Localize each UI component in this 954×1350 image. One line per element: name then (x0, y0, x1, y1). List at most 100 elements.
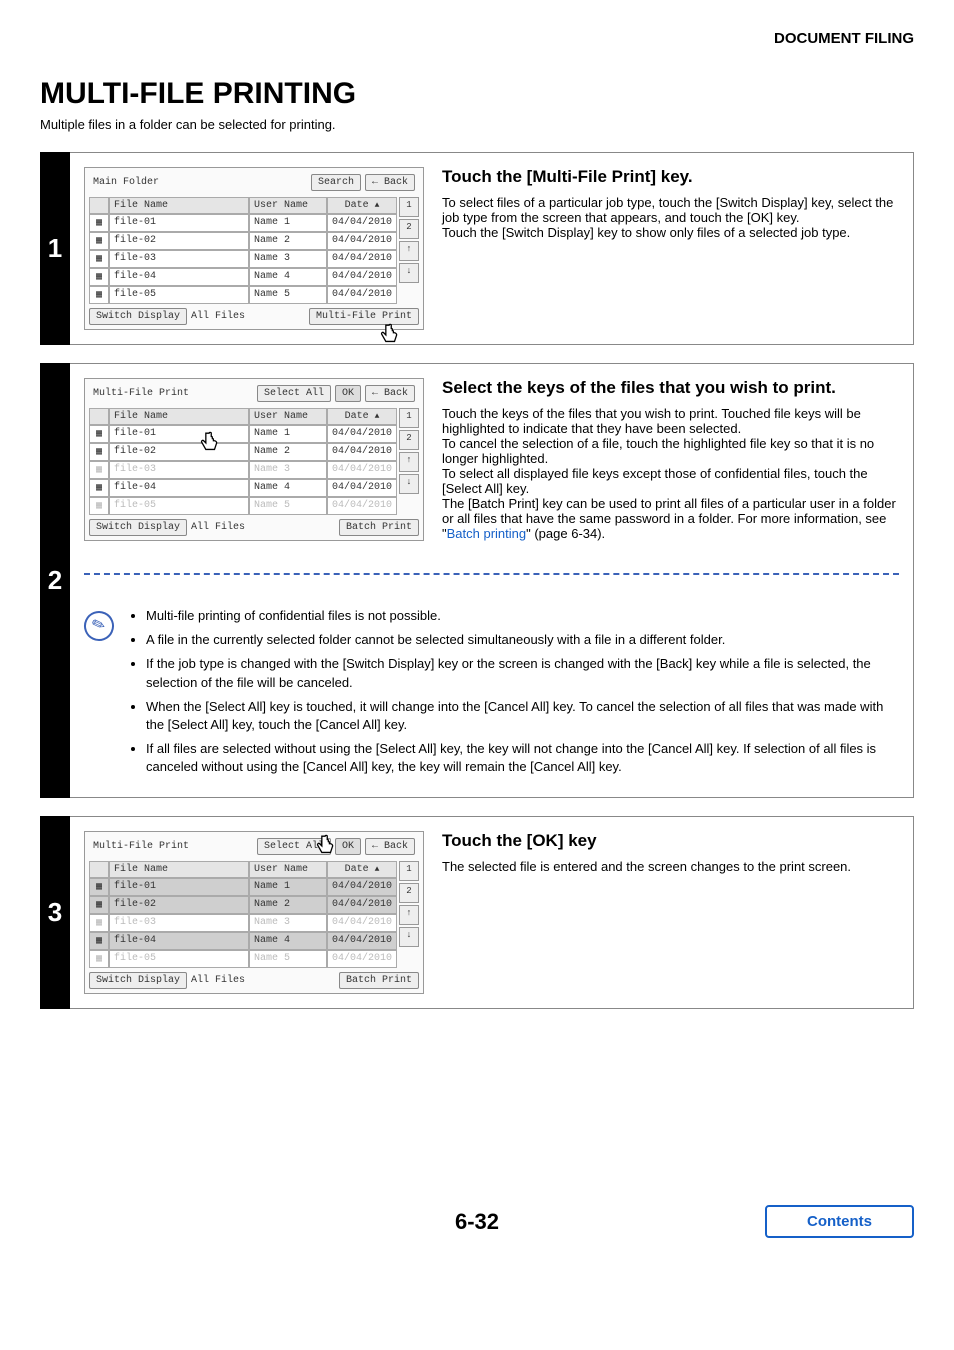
search-button[interactable]: Search (311, 174, 361, 191)
all-files-label: All Files (191, 522, 245, 533)
panel-title: Multi-File Print (93, 388, 189, 399)
file-user: Name 5 (249, 497, 327, 515)
ok-button[interactable]: OK (335, 838, 361, 855)
file-type-icon: ▦ (89, 932, 109, 950)
select-all-button[interactable]: Select All (257, 385, 331, 402)
file-date: 04/04/2010 (327, 950, 397, 968)
switch-display-button[interactable]: Switch Display (89, 972, 187, 989)
page-total: 2 (399, 883, 419, 903)
file-row[interactable]: ▦file-01Name 104/04/2010 (89, 425, 397, 443)
file-date: 04/04/2010 (327, 250, 397, 268)
multi-file-print-button[interactable]: Multi-File Print (309, 308, 419, 325)
col-username: User Name (249, 408, 327, 425)
file-type-icon: ▦ (89, 286, 109, 304)
file-type-icon: ▦ (89, 214, 109, 232)
file-name: file-03 (109, 914, 249, 932)
step-text: To cancel the selection of a file, touch… (442, 436, 899, 466)
file-user: Name 3 (249, 461, 327, 479)
step-text: Touch the [Switch Display] key to show o… (442, 225, 899, 240)
scroll-up-button[interactable]: ↑ (399, 452, 419, 472)
file-type-icon: ▦ (89, 268, 109, 286)
file-row: ▦file-03Name 304/04/2010 (89, 914, 397, 932)
file-row: ▦file-05Name 504/04/2010 (89, 950, 397, 968)
scroll-down-button[interactable]: ↓ (399, 927, 419, 947)
file-type-icon: ▦ (89, 878, 109, 896)
col-username: User Name (249, 861, 327, 878)
scroll-down-button[interactable]: ↓ (399, 474, 419, 494)
touch-panel-step1: Main Folder Search ← Back File Name User… (84, 167, 424, 330)
note-item: If all files are selected without using … (146, 740, 899, 776)
page-subtitle: Multiple files in a folder can be select… (40, 117, 914, 132)
step-number-box: 2 (40, 363, 70, 798)
file-user: Name 4 (249, 479, 327, 497)
file-type-icon: ▦ (89, 497, 109, 515)
file-row[interactable]: ▦file-01Name 104/04/2010 (89, 214, 397, 232)
col-date: Date ▲ (327, 408, 397, 425)
file-row[interactable]: ▦file-02Name 204/04/2010 (89, 232, 397, 250)
ok-button[interactable]: OK (335, 385, 361, 402)
step-number: 1 (48, 233, 62, 264)
file-name: file-02 (109, 443, 249, 461)
file-name: file-02 (109, 232, 249, 250)
file-user: Name 3 (249, 914, 327, 932)
file-date: 04/04/2010 (327, 896, 397, 914)
file-date: 04/04/2010 (327, 479, 397, 497)
file-type-icon: ▦ (89, 896, 109, 914)
batch-print-button[interactable]: Batch Print (339, 972, 419, 989)
file-date: 04/04/2010 (327, 286, 397, 304)
batch-print-button[interactable]: Batch Print (339, 519, 419, 536)
file-user: Name 5 (249, 950, 327, 968)
page-current: 1 (399, 861, 419, 881)
batch-printing-link[interactable]: Batch printing (447, 526, 527, 541)
file-user: Name 1 (249, 878, 327, 896)
scroll-up-button[interactable]: ↑ (399, 905, 419, 925)
file-row[interactable]: ▦file-02Name 204/04/2010 (89, 896, 397, 914)
file-row[interactable]: ▦file-04Name 404/04/2010 (89, 479, 397, 497)
file-name: file-05 (109, 286, 249, 304)
contents-button[interactable]: Contents (765, 1205, 914, 1238)
file-type-icon: ▦ (89, 479, 109, 497)
col-date: Date ▲ (327, 861, 397, 878)
file-date: 04/04/2010 (327, 878, 397, 896)
switch-display-button[interactable]: Switch Display (89, 519, 187, 536)
file-name: file-05 (109, 497, 249, 515)
file-row: ▦file-03Name 304/04/2010 (89, 461, 397, 479)
pointing-hand-icon (375, 323, 401, 349)
file-date: 04/04/2010 (327, 268, 397, 286)
step-text: Touch the keys of the files that you wis… (442, 406, 899, 436)
scroll-up-button[interactable]: ↑ (399, 241, 419, 261)
back-button[interactable]: ← Back (365, 174, 415, 191)
file-name: file-04 (109, 932, 249, 950)
file-user: Name 4 (249, 268, 327, 286)
step-heading: Touch the [OK] key (442, 831, 899, 851)
file-date: 04/04/2010 (327, 461, 397, 479)
file-row[interactable]: ▦file-03Name 304/04/2010 (89, 250, 397, 268)
file-row[interactable]: ▦file-04Name 404/04/2010 (89, 268, 397, 286)
step-heading: Touch the [Multi-File Print] key. (442, 167, 899, 187)
back-button[interactable]: ← Back (365, 838, 415, 855)
step-number: 2 (48, 565, 62, 596)
note-item: If the job type is changed with the [Swi… (146, 655, 899, 691)
file-row: ▦file-05Name 504/04/2010 (89, 497, 397, 515)
section-header: DOCUMENT FILING (40, 30, 914, 47)
file-row[interactable]: ▦file-01Name 104/04/2010 (89, 878, 397, 896)
page-total: 2 (399, 430, 419, 450)
file-row[interactable]: ▦file-05Name 504/04/2010 (89, 286, 397, 304)
notes-list: Multi-file printing of confidential file… (128, 607, 899, 783)
col-filename: File Name (109, 408, 249, 425)
switch-display-button[interactable]: Switch Display (89, 308, 187, 325)
back-button[interactable]: ← Back (365, 385, 415, 402)
file-row[interactable]: ▦file-02Name 204/04/2010 (89, 443, 397, 461)
file-type-icon: ▦ (89, 914, 109, 932)
col-date: Date ▲ (327, 197, 397, 214)
file-date: 04/04/2010 (327, 497, 397, 515)
note-icon: ✎ (80, 607, 118, 645)
file-row[interactable]: ▦file-04Name 404/04/2010 (89, 932, 397, 950)
file-name: file-01 (109, 425, 249, 443)
file-date: 04/04/2010 (327, 914, 397, 932)
col-username: User Name (249, 197, 327, 214)
file-type-icon: ▦ (89, 950, 109, 968)
file-name: file-05 (109, 950, 249, 968)
scroll-down-button[interactable]: ↓ (399, 263, 419, 283)
file-name: file-04 (109, 268, 249, 286)
